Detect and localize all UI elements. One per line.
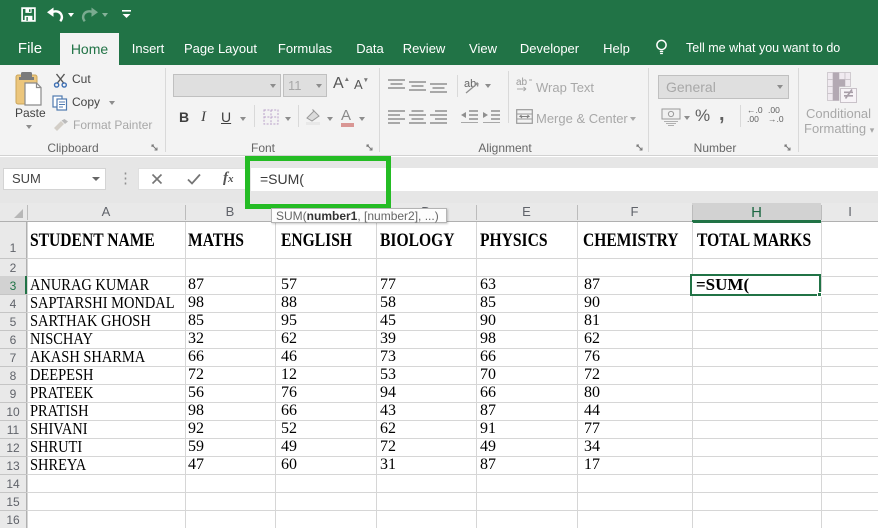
svg-text:ab: ab — [464, 78, 476, 90]
svg-text:ab: ab — [516, 77, 528, 88]
